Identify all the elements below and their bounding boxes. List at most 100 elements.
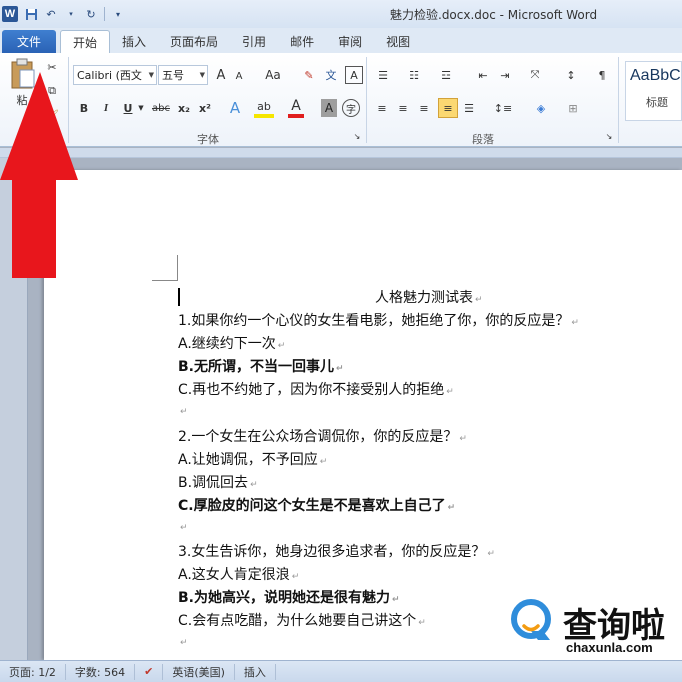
document-line[interactable]: A.继续约下一次 ↵: [178, 333, 285, 353]
grow-font-button[interactable]: A: [213, 66, 229, 84]
increase-indent-icon[interactable]: ⇥: [496, 66, 514, 84]
document-line-text: A.这女人肯定很浪: [178, 567, 290, 583]
undo-icon[interactable]: ↶: [44, 7, 58, 21]
document-title[interactable]: 人格魅力测试表 ↵: [375, 287, 483, 307]
highlight-button[interactable]: ab: [254, 98, 274, 118]
chaxunla-logo-icon: [511, 599, 551, 640]
enclose-char-button[interactable]: 字: [342, 99, 360, 117]
ruler-band: [0, 148, 682, 158]
phonetic-guide-icon[interactable]: 文: [322, 66, 340, 84]
chevron-down-icon: ▼: [148, 71, 154, 79]
title-bar: W ↶ ▾ ↻ ▾ 魅力检验.docx.doc - Microsoft Word: [0, 0, 682, 28]
tab-insert[interactable]: 插入: [110, 30, 158, 53]
red-arrow-annotation: [0, 72, 78, 278]
document-line-text: 3.女生告诉你，她身边很多追求者，你的反应是？: [178, 544, 486, 560]
paragraph-mark: ↵: [291, 572, 300, 582]
strikethrough-button[interactable]: abc: [150, 99, 172, 117]
document-line[interactable]: C.再也不约她了，因为你不接受别人的拒绝 ↵: [178, 379, 454, 399]
font-name-dropdown[interactable]: Calibri (西文 ▼: [73, 65, 157, 85]
change-case-button[interactable]: Aa: [262, 66, 284, 84]
text-cursor: [178, 288, 180, 306]
center-icon[interactable]: ≡: [394, 99, 412, 117]
status-bar: 页面: 1/2 字数: 564 ✔ 英语(美国) 插入: [0, 660, 682, 682]
shading-icon[interactable]: ◈: [530, 99, 552, 117]
show-marks-icon[interactable]: ¶: [594, 66, 610, 84]
char-border-icon[interactable]: A: [345, 66, 363, 84]
chinese-layout-icon[interactable]: ⤧: [524, 66, 546, 84]
distributed-icon[interactable]: ☰: [460, 99, 478, 117]
char-shading-button[interactable]: A: [321, 99, 337, 117]
multilevel-list-icon[interactable]: ☲: [436, 66, 456, 84]
font-dialog-launcher-icon[interactable]: ↘: [352, 131, 362, 141]
document-line[interactable]: B.为她高兴，说明她还是很有魅力 ↵: [178, 587, 400, 607]
word-app-icon[interactable]: W: [2, 6, 18, 22]
document-line-text: 2.一个女生在公众场合调侃你，你的反应是？: [178, 429, 458, 445]
document-line[interactable]: ↵: [178, 402, 188, 418]
document-line[interactable]: A.这女人肯定很浪 ↵: [178, 564, 299, 584]
status-language[interactable]: 英语(美国): [163, 663, 235, 680]
font-group-label: 字体: [197, 133, 219, 146]
undo-dropdown-icon[interactable]: ▾: [64, 7, 78, 21]
ribbon-tabs: 文件 开始 插入 页面布局 引用 邮件 审阅 视图: [0, 28, 682, 53]
chevron-down-icon: ▼: [199, 71, 205, 79]
tab-review[interactable]: 审阅: [326, 30, 374, 53]
document-line[interactable]: ↵: [178, 518, 188, 534]
paragraph-mark: ↵: [336, 364, 344, 374]
document-line[interactable]: C.厚脸皮的问这个女生是不是喜欢上自己了 ↵: [178, 495, 455, 515]
document-line[interactable]: B.调侃回去 ↵: [178, 472, 258, 492]
document-line-text: B.无所谓，不当一回事儿: [178, 359, 334, 375]
document-line-text: A.继续约下一次: [178, 336, 276, 352]
decrease-indent-icon[interactable]: ⇤: [474, 66, 492, 84]
underline-button[interactable]: U: [120, 99, 136, 117]
text-effects-button[interactable]: A: [226, 98, 244, 118]
font-color-button[interactable]: A: [288, 98, 304, 118]
bullets-icon[interactable]: ☰: [373, 66, 393, 84]
redo-icon[interactable]: ↻: [84, 7, 98, 21]
tab-page-layout[interactable]: 页面布局: [158, 30, 230, 53]
font-size-dropdown[interactable]: 五号 ▼: [158, 65, 208, 85]
document-line[interactable]: B.无所谓，不当一回事儿 ↵: [178, 356, 344, 376]
document-line-text: B.为她高兴，说明她还是很有魅力: [178, 590, 390, 606]
shrink-font-button[interactable]: A: [232, 68, 246, 84]
proofing-icon[interactable]: ✔: [135, 663, 164, 680]
numbering-icon[interactable]: ☷: [404, 66, 424, 84]
tab-references[interactable]: 引用: [230, 30, 278, 53]
margin-corner-mark: [152, 280, 178, 281]
document-line[interactable]: 1.如果你约一个心仪的女生看电影，她拒绝了你，你的反应是？ ↵: [178, 310, 579, 330]
tab-file[interactable]: 文件: [2, 30, 56, 53]
status-word-count[interactable]: 字数: 564: [66, 663, 136, 680]
document-line[interactable]: 3.女生告诉你，她身边很多追求者，你的反应是？ ↵: [178, 541, 495, 561]
save-icon[interactable]: [24, 7, 38, 21]
clear-formatting-icon[interactable]: ✎: [300, 66, 318, 84]
document-line[interactable]: 2.一个女生在公众场合调侃你，你的反应是？ ↵: [178, 426, 467, 446]
document-line[interactable]: C.会有点吃醋，为什么她要自己讲这个 ↵: [178, 610, 426, 630]
underline-dropdown-icon[interactable]: ▼: [137, 101, 145, 115]
align-right-icon[interactable]: ≡: [415, 99, 433, 117]
paragraph-dialog-launcher-icon[interactable]: ↘: [604, 131, 614, 141]
status-insert-mode[interactable]: 插入: [235, 663, 276, 680]
customize-qat-icon[interactable]: ▾: [111, 7, 125, 21]
justify-icon[interactable]: ≡: [438, 98, 458, 118]
subscript-button[interactable]: x₂: [175, 99, 193, 117]
document-line-text: B.调侃回去: [178, 475, 249, 491]
paragraph-mark: ↵: [180, 638, 188, 648]
borders-icon[interactable]: ⊞: [562, 99, 584, 117]
tab-view[interactable]: 视图: [374, 30, 422, 53]
tab-mailings[interactable]: 邮件: [278, 30, 326, 53]
paragraph-mark: ↵: [571, 318, 579, 328]
paragraph-mark: ↵: [319, 457, 328, 467]
document-line[interactable]: ↵: [178, 633, 188, 649]
paragraph-group-label: 段落: [472, 133, 494, 146]
document-line[interactable]: A.让她调侃，不予回应 ↵: [178, 449, 327, 469]
ribbon: 粘 ✂ ⧉ 🖌 Calibri (西文 ▼ 五号 ▼ A A Aa ✎ 文 A …: [0, 53, 682, 147]
font-size-value: 五号: [162, 69, 184, 82]
sort-icon[interactable]: ↕: [562, 66, 580, 84]
align-left-icon[interactable]: ≡: [373, 99, 391, 117]
tab-home[interactable]: 开始: [60, 30, 111, 53]
paragraph-mark: ↵: [180, 523, 188, 533]
paragraph-mark: ↵: [392, 595, 400, 605]
italic-button[interactable]: I: [98, 99, 114, 117]
line-spacing-icon[interactable]: ↕≡: [492, 99, 514, 117]
status-page[interactable]: 页面: 1/2: [0, 663, 66, 680]
superscript-button[interactable]: x²: [196, 99, 214, 117]
